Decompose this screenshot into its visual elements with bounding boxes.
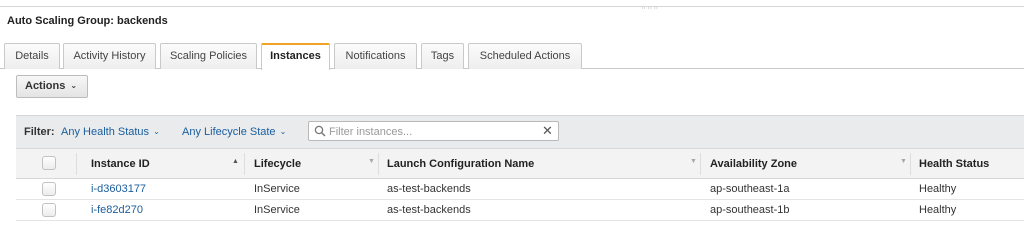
column-header-lifecycle[interactable]: Lifecycle	[254, 158, 301, 170]
health-status-cell: Healthy	[919, 204, 957, 216]
availability-zone-cell: ap-southeast-1a	[710, 183, 790, 195]
tab-tags[interactable]: Tags	[421, 43, 464, 69]
tab-details[interactable]: Details	[4, 43, 60, 69]
resize-handle-icon[interactable]: ⠒⠒⠒	[641, 6, 659, 13]
auto-scaling-group-panel: ⠒⠒⠒ Auto Scaling Group: backends Details…	[0, 0, 1024, 251]
column-divider	[700, 153, 701, 175]
search-icon	[314, 125, 326, 137]
tab-scheduled-actions[interactable]: Scheduled Actions	[468, 43, 582, 69]
tab-scaling-policies[interactable]: Scaling Policies	[160, 43, 257, 69]
filter-label: Filter:	[24, 126, 55, 138]
sort-toggle-icon[interactable]: ▼	[368, 158, 375, 165]
launch-configuration-cell: as-test-backends	[387, 183, 471, 195]
health-status-filter-dropdown[interactable]: Any Health Status ⌄	[61, 126, 160, 138]
actions-button-label: Actions	[25, 80, 66, 92]
tab-bar: Details Activity History Scaling Policie…	[0, 43, 1024, 70]
availability-zone-cell: ap-southeast-1b	[710, 204, 790, 216]
tab-notifications[interactable]: Notifications	[334, 43, 417, 69]
tab-instances[interactable]: Instances	[261, 43, 330, 70]
column-divider	[76, 153, 77, 175]
column-header-launch-configuration-name[interactable]: Launch Configuration Name	[387, 158, 534, 170]
filter-bar: Filter: Any Health Status ⌄ Any Lifecycle…	[16, 115, 1024, 148]
launch-configuration-cell: as-test-backends	[387, 204, 471, 216]
sort-toggle-icon[interactable]: ▼	[690, 158, 697, 165]
page-title: Auto Scaling Group: backends	[7, 15, 168, 27]
instance-id-link[interactable]: i-d3603177	[91, 183, 146, 195]
column-divider	[378, 153, 379, 175]
column-header-instance-id[interactable]: Instance ID	[91, 158, 150, 170]
sort-ascending-icon[interactable]: ▲	[232, 158, 239, 165]
select-all-checkbox[interactable]	[42, 156, 56, 170]
lifecycle-state-filter-dropdown[interactable]: Any Lifecycle State ⌄	[182, 126, 286, 138]
table-row[interactable]: i-fe82d270 InService as-test-backends ap…	[16, 200, 1024, 221]
health-status-filter-value: Any Health Status	[61, 126, 150, 138]
lifecycle-cell: InService	[254, 204, 300, 216]
column-divider	[244, 153, 245, 175]
tab-activity-history[interactable]: Activity History	[63, 43, 156, 69]
row-checkbox[interactable]	[42, 203, 56, 217]
filter-instances-search-box: ✕	[308, 121, 559, 141]
health-status-cell: Healthy	[919, 183, 957, 195]
chevron-down-icon: ⌄	[279, 127, 287, 136]
filter-instances-input[interactable]	[329, 124, 529, 139]
column-header-availability-zone[interactable]: Availability Zone	[710, 158, 797, 170]
table-row[interactable]: i-d3603177 InService as-test-backends ap…	[16, 179, 1024, 200]
instances-table-header: Instance ID ▲ Lifecycle ▼ Launch Configu…	[16, 148, 1024, 179]
chevron-down-icon: ⌄	[153, 127, 160, 136]
chevron-down-icon: ⌄	[70, 81, 78, 90]
row-checkbox[interactable]	[42, 182, 56, 196]
column-divider	[910, 153, 911, 175]
sort-toggle-icon[interactable]: ▼	[900, 158, 907, 165]
actions-button[interactable]: Actions ⌄	[16, 75, 88, 98]
column-header-health-status[interactable]: Health Status	[919, 158, 989, 170]
clear-filter-icon[interactable]: ✕	[542, 123, 553, 139]
lifecycle-cell: InService	[254, 183, 300, 195]
lifecycle-state-filter-value: Any Lifecycle State	[182, 126, 276, 138]
instance-id-link[interactable]: i-fe82d270	[91, 204, 143, 216]
top-divider	[0, 6, 1024, 7]
